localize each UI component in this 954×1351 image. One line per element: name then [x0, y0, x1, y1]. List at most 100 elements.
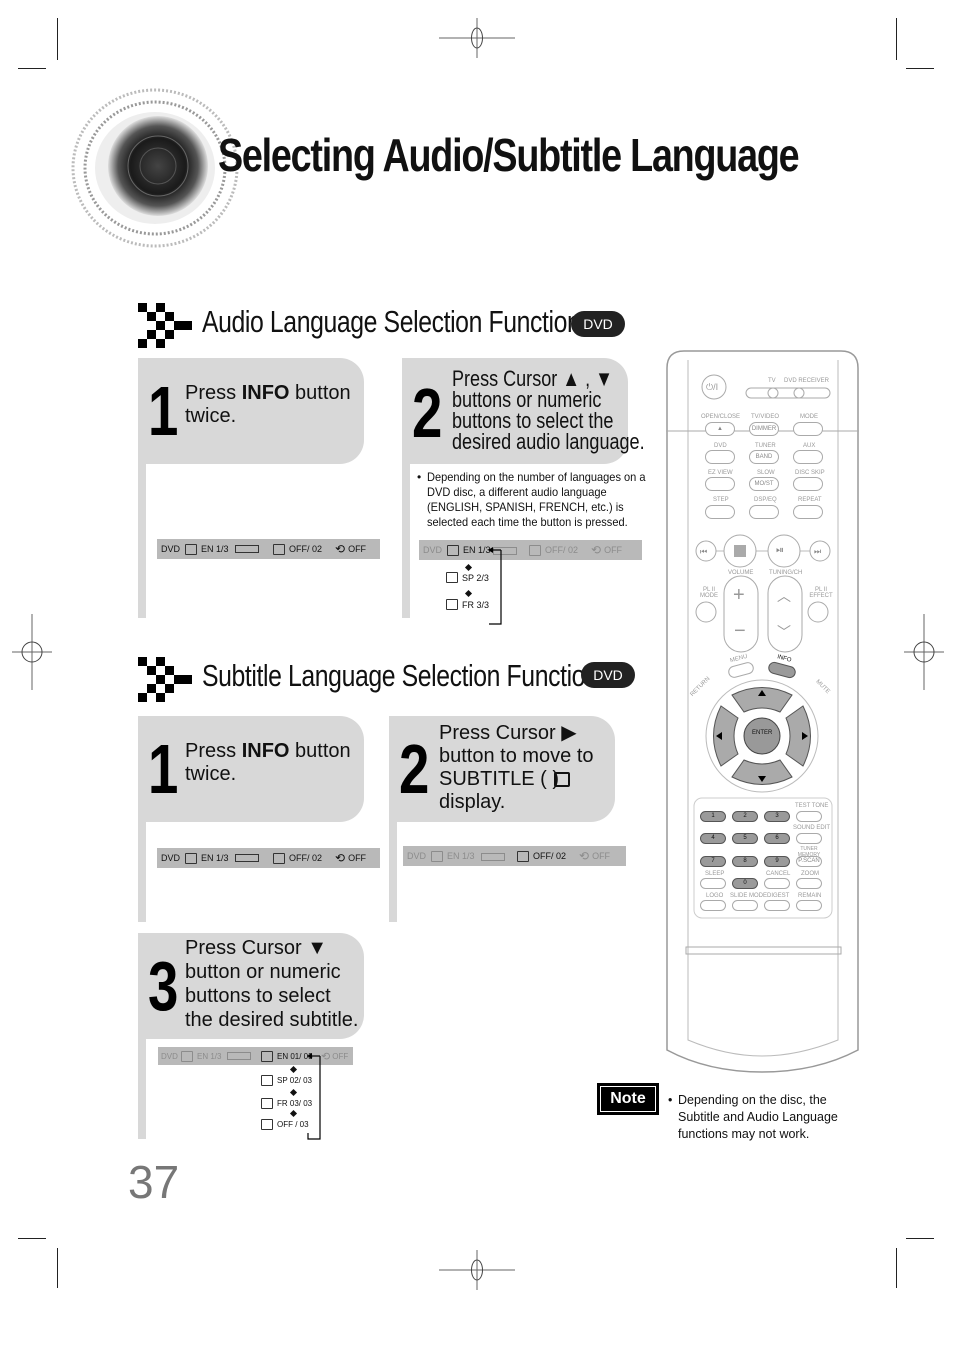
step-button[interactable]: [705, 505, 735, 519]
mode-button[interactable]: [793, 422, 823, 436]
digit-5-button[interactable]: 5: [732, 833, 758, 844]
channel-down-button[interactable]: ﹀: [777, 622, 791, 642]
subtitle-icon: [529, 544, 541, 556]
digest-button[interactable]: [764, 900, 790, 911]
audio-icon: [185, 852, 197, 864]
digit-4-button[interactable]: 4: [700, 833, 726, 844]
digit-8-button[interactable]: 8: [732, 856, 758, 867]
digit-0-button[interactable]: 0: [732, 878, 758, 889]
remote-label: VOLUME: [728, 570, 754, 576]
test-tone-button[interactable]: [796, 811, 822, 822]
volume-down-button[interactable]: −: [734, 620, 746, 643]
step-instruction: Press Cursor ▶ button to move to SUBTITL…: [439, 722, 594, 813]
section-bullet-icon: [138, 303, 192, 348]
previous-icon[interactable]: ⏮: [700, 547, 707, 557]
remote-label: REMAIN: [798, 893, 822, 899]
remote-label: MODE: [800, 414, 818, 420]
repeat-icon: ⟲: [335, 851, 346, 865]
digit-9-button[interactable]: 9: [764, 856, 790, 867]
crop-mark: [57, 1248, 58, 1288]
osd-info-bar: DVD EN 1/3 OFF/ 02 ⟲ OFF: [419, 540, 642, 560]
remote-label: REPEAT: [798, 497, 822, 503]
arrow-down-icon: [289, 1088, 298, 1097]
band-button[interactable]: BAND: [749, 450, 779, 464]
digit-3-button[interactable]: 3: [764, 811, 790, 822]
mo-st-button[interactable]: MO/ST: [749, 477, 779, 491]
note-text: • Depending on the disc, the Subtitle an…: [668, 1093, 838, 1141]
channel-up-button[interactable]: ︿: [777, 586, 791, 606]
digit-2-button[interactable]: 2: [732, 811, 758, 822]
remote-label: CANCEL: [766, 871, 791, 877]
repeat-icon: ⟲: [591, 543, 602, 557]
power-button[interactable]: ⏻/I: [706, 382, 718, 393]
volume-up-button[interactable]: +: [733, 584, 745, 607]
remote-label: OPEN/CLOSE: [701, 414, 741, 420]
step-instruction: Press Cursor ▼ button or numeric buttons…: [185, 937, 359, 1031]
remote-label: DIGEST: [767, 893, 790, 899]
dolby-digital-icon: [235, 545, 259, 553]
sleep-button[interactable]: [700, 878, 726, 889]
remote-label: TUNING/CH: [769, 570, 803, 576]
dvd-button[interactable]: [705, 450, 735, 464]
section-heading-subtitle: Subtitle Language Selection Function: [202, 658, 599, 693]
dvd-badge: DVD: [581, 662, 635, 688]
dvd-badge: DVD: [571, 311, 625, 337]
subtitle-icon: [273, 852, 285, 864]
digit-1-button[interactable]: 1: [700, 811, 726, 822]
crop-mark: [18, 1238, 46, 1239]
audio-icon: [181, 1050, 193, 1062]
repeat-button[interactable]: [793, 505, 823, 519]
aux-button[interactable]: [793, 450, 823, 464]
open-close-button[interactable]: ▲: [705, 422, 735, 436]
sound-edit-button[interactable]: [796, 833, 822, 844]
step-instruction: Press INFO button twice.: [185, 382, 351, 427]
audio-icon: [431, 850, 443, 862]
cycle-arrow: [488, 547, 502, 625]
remote-label: LOGO: [706, 893, 724, 899]
remain-button[interactable]: [796, 900, 822, 911]
dsp-eq-button[interactable]: [749, 505, 779, 519]
cursor-right-button[interactable]: [792, 720, 816, 752]
play-pause-icon[interactable]: ⏯: [776, 545, 784, 556]
step-instruction: Press Cursor ▲ , ▼ buttons or numeric bu…: [452, 366, 645, 454]
speaker-graphic: [71, 88, 239, 248]
remote-label: AUX: [803, 443, 816, 449]
remote-label: DVD: [714, 443, 727, 449]
subtitle-icon: [273, 543, 285, 555]
enter-button[interactable]: ENTER: [752, 730, 772, 736]
section-bullet-icon: [138, 657, 192, 702]
crop-mark: [57, 18, 58, 60]
cancel-button[interactable]: [764, 878, 790, 889]
zoom-button[interactable]: [796, 878, 822, 889]
cursor-left-button[interactable]: [710, 720, 734, 752]
arrow-down-icon: [464, 589, 473, 598]
remote-label: DISC SKIP: [795, 470, 825, 476]
ez-view-button[interactable]: [705, 477, 735, 491]
digit-6-button[interactable]: 6: [764, 833, 790, 844]
pscan-button[interactable]: P.SCAN: [796, 856, 822, 867]
remote-label: SLOW: [757, 470, 775, 476]
osd-info-bar: DVD EN 1/3 EN 01/ 03 ⟲ OFF: [158, 1047, 353, 1065]
next-icon[interactable]: ⏭: [814, 547, 821, 557]
dolby-digital-icon: [481, 852, 505, 861]
logo-button[interactable]: [700, 900, 726, 911]
cursor-up-button[interactable]: [746, 686, 778, 708]
cycle-arrow: [307, 1053, 321, 1140]
remote-label: SLIDE MODE: [730, 893, 768, 899]
cursor-down-button[interactable]: [746, 764, 778, 786]
remote-label: TEST TONE: [795, 803, 829, 809]
crop-mark: [906, 1238, 934, 1239]
crop-mark: [906, 68, 934, 69]
dolby-digital-icon: [227, 1052, 251, 1061]
disc-skip-button[interactable]: [793, 477, 823, 491]
subtitle-option: OFF / 03: [261, 1119, 309, 1130]
remote-label: PL II EFFECT: [809, 587, 833, 599]
step-number: 3: [148, 947, 179, 1025]
digit-7-button[interactable]: 7: [700, 856, 726, 867]
dimmer-button[interactable]: DIMMER: [749, 422, 779, 436]
subtitle-icon: [554, 772, 570, 787]
audio-icon: [185, 543, 197, 555]
slide-mode-button[interactable]: [732, 900, 758, 911]
osd-info-bar: DVD EN 1/3 OFF/ 02 ⟲ OFF: [157, 848, 380, 868]
subtitle-icon: [261, 1050, 273, 1062]
